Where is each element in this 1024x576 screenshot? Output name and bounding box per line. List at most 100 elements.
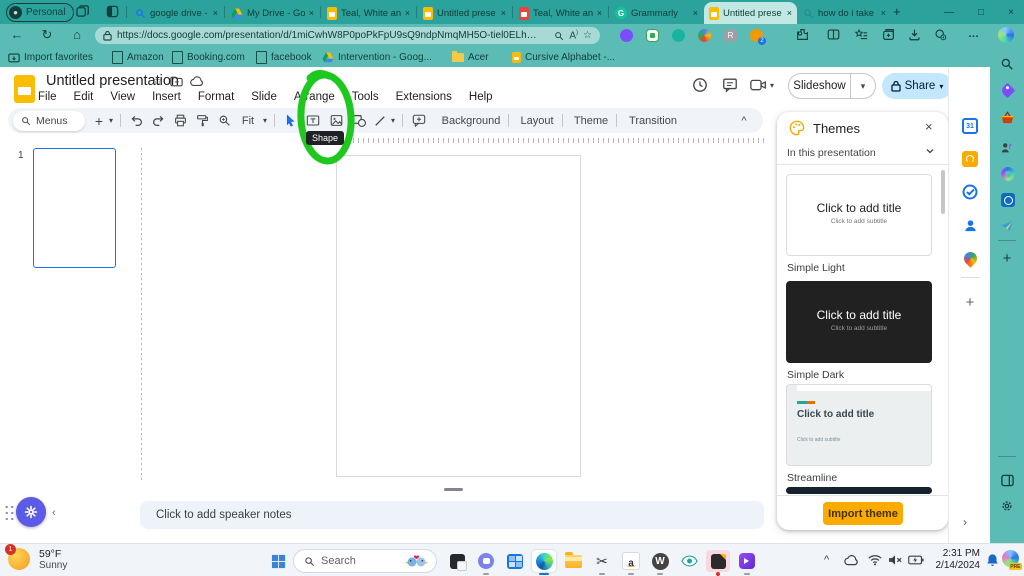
meet-camera-button[interactable]: ▾ <box>750 78 774 92</box>
dark-notes-app-icon[interactable] <box>706 550 730 576</box>
calendar-icon[interactable]: 31 <box>960 116 980 136</box>
notes-resize-handle[interactable] <box>444 488 463 491</box>
file-explorer-icon[interactable] <box>561 550 585 572</box>
theme-simple-dark[interactable]: Click to add title Click to add subtitle <box>786 281 932 363</box>
start-button[interactable] <box>266 550 290 572</box>
section-selector[interactable]: In this presentation <box>787 147 876 159</box>
menu-tools[interactable]: Tools <box>352 91 379 103</box>
wifi-icon[interactable] <box>868 554 882 566</box>
shopping-basket-icon[interactable] <box>997 108 1017 128</box>
tab-close-icon[interactable]: × <box>787 8 792 18</box>
extension-r-icon[interactable]: R <box>724 29 737 42</box>
clock-widget[interactable]: 2:31 PM 2/14/2024 <box>922 548 981 572</box>
more-menu-icon[interactable]: … <box>968 28 979 40</box>
slideshow-dropdown[interactable]: ▾ <box>851 81 875 92</box>
volume-muted-icon[interactable] <box>888 554 903 566</box>
text-box-tool-icon[interactable] <box>302 108 324 133</box>
insert-image-tool-icon[interactable] <box>326 108 346 133</box>
insert-line-tool-icon[interactable] <box>372 108 388 133</box>
tab-close-icon[interactable]: × <box>597 8 602 18</box>
tasks-icon[interactable] <box>960 182 980 202</box>
contacts-icon[interactable] <box>960 215 980 235</box>
menu-help[interactable]: Help <box>469 91 493 103</box>
menu-view[interactable]: View <box>110 91 135 103</box>
extension-ball-icon[interactable] <box>698 29 711 42</box>
redo-button[interactable] <box>148 108 168 133</box>
add-slide-dropdown[interactable]: ▾ <box>106 108 116 133</box>
window-minimize-button[interactable]: — <box>934 0 964 24</box>
maps-icon[interactable] <box>960 248 980 268</box>
sidebar-search-icon[interactable] <box>997 54 1017 74</box>
favorite-star-icon[interactable]: ☆ <box>583 30 592 41</box>
taskbar-search-box[interactable]: Search <box>293 549 437 573</box>
tray-expand-icon[interactable]: ^ <box>824 554 829 566</box>
slideshow-button[interactable]: Slideshow ▾ <box>788 73 876 99</box>
onedrive-icon[interactable] <box>844 555 859 566</box>
share-button[interactable]: Share ▾ <box>882 73 952 99</box>
tab-my-drive[interactable]: My Drive - Go × <box>226 2 319 24</box>
insert-shape-tool-icon[interactable] <box>348 108 370 133</box>
tab-close-icon[interactable]: × <box>881 8 886 18</box>
amazon-app-icon[interactable]: a <box>619 550 643 575</box>
bookmark-facebook[interactable]: facebook <box>256 49 312 65</box>
snipping-tool-icon[interactable]: ✂ <box>590 550 614 575</box>
clipchamp-icon[interactable] <box>735 550 759 575</box>
bookmark-amazon[interactable]: Amazon <box>112 49 164 65</box>
collections-icon[interactable] <box>882 28 895 41</box>
bookmark-cursive-alphabet[interactable]: Cursive Alphabet -... <box>512 49 615 65</box>
panel-scrollbar[interactable] <box>941 170 945 214</box>
menu-slide[interactable]: Slide <box>251 91 277 103</box>
tab-close-icon[interactable]: × <box>309 8 314 18</box>
sidebar-toggle-icon[interactable] <box>997 470 1017 490</box>
zoom-dropdown[interactable]: ▾ <box>260 108 270 133</box>
browser-profile-button[interactable]: ● Personal <box>6 3 75 22</box>
back-button[interactable]: ← <box>8 27 26 42</box>
refresh-button[interactable]: ↻ <box>38 27 56 43</box>
theme-simple-light[interactable]: Click to add title Click to add subtitle <box>786 174 932 256</box>
tab-close-icon[interactable]: × <box>501 8 506 18</box>
menus-search-button[interactable]: Menus <box>13 110 85 131</box>
theme-streamline[interactable]: Click to add title Click to add subtitle <box>786 384 932 466</box>
menu-arrange[interactable]: Arrange <box>294 91 335 103</box>
eye-app-icon[interactable] <box>677 550 701 572</box>
url-field[interactable]: https://docs.google.com/presentation/d/1… <box>95 27 600 44</box>
search-in-page-icon[interactable] <box>554 31 564 41</box>
designer-swirl-icon[interactable] <box>998 164 1018 184</box>
task-view-icon[interactable] <box>445 550 469 572</box>
split-screen-icon[interactable] <box>827 28 840 41</box>
new-tab-button[interactable]: + <box>893 4 901 19</box>
slides-logo-icon[interactable] <box>14 75 35 103</box>
import-favorites-button[interactable]: Import favorites <box>8 49 93 65</box>
keep-icon[interactable] <box>960 149 980 169</box>
wordpress-icon[interactable]: W <box>648 550 672 575</box>
copilot-tray-icon[interactable]: PRE <box>1002 550 1022 570</box>
weather-widget[interactable]: 1 59°F Sunny <box>5 544 67 572</box>
bookmark-intervention[interactable]: Intervention - Goog... <box>322 49 432 65</box>
tab-how-do-i-take[interactable]: how do i take × <box>798 2 891 24</box>
cloud-status-icon[interactable] <box>190 76 204 87</box>
zoom-select[interactable]: Fit <box>236 108 260 133</box>
slide-thumbnail-1[interactable] <box>33 148 116 268</box>
undo-button[interactable] <box>126 108 146 133</box>
tab-google-drive-search[interactable]: google drive - × <box>130 2 223 24</box>
theme-partial-dark[interactable] <box>786 487 932 494</box>
edge-browser-icon[interactable] <box>532 550 556 575</box>
paint-format-button[interactable] <box>192 108 212 133</box>
tab-untitled-active[interactable]: Untitled prese × <box>704 2 797 24</box>
line-dropdown[interactable]: ▾ <box>388 108 398 133</box>
sidebar-add-button[interactable]: + <box>997 248 1017 268</box>
speaker-notes-input[interactable]: Click to add speaker notes <box>140 501 764 529</box>
tab-teal-white-2[interactable]: Teal, White an × <box>514 2 607 24</box>
menu-format[interactable]: Format <box>198 91 234 103</box>
extensions-puzzle-icon[interactable] <box>796 28 809 41</box>
browser-essentials-icon[interactable] <box>934 28 947 41</box>
home-button[interactable]: ⌂ <box>68 27 86 42</box>
move-to-folder-icon[interactable] <box>170 76 183 87</box>
menu-file[interactable]: File <box>38 91 57 103</box>
favorites-list-icon[interactable] <box>855 28 868 41</box>
tab-close-icon[interactable]: × <box>213 8 218 18</box>
window-close-button[interactable]: × <box>996 0 1024 24</box>
section-chevron-icon[interactable] <box>925 146 935 156</box>
tab-close-icon[interactable]: × <box>405 8 410 18</box>
insert-comment-tool-icon[interactable] <box>408 108 430 133</box>
